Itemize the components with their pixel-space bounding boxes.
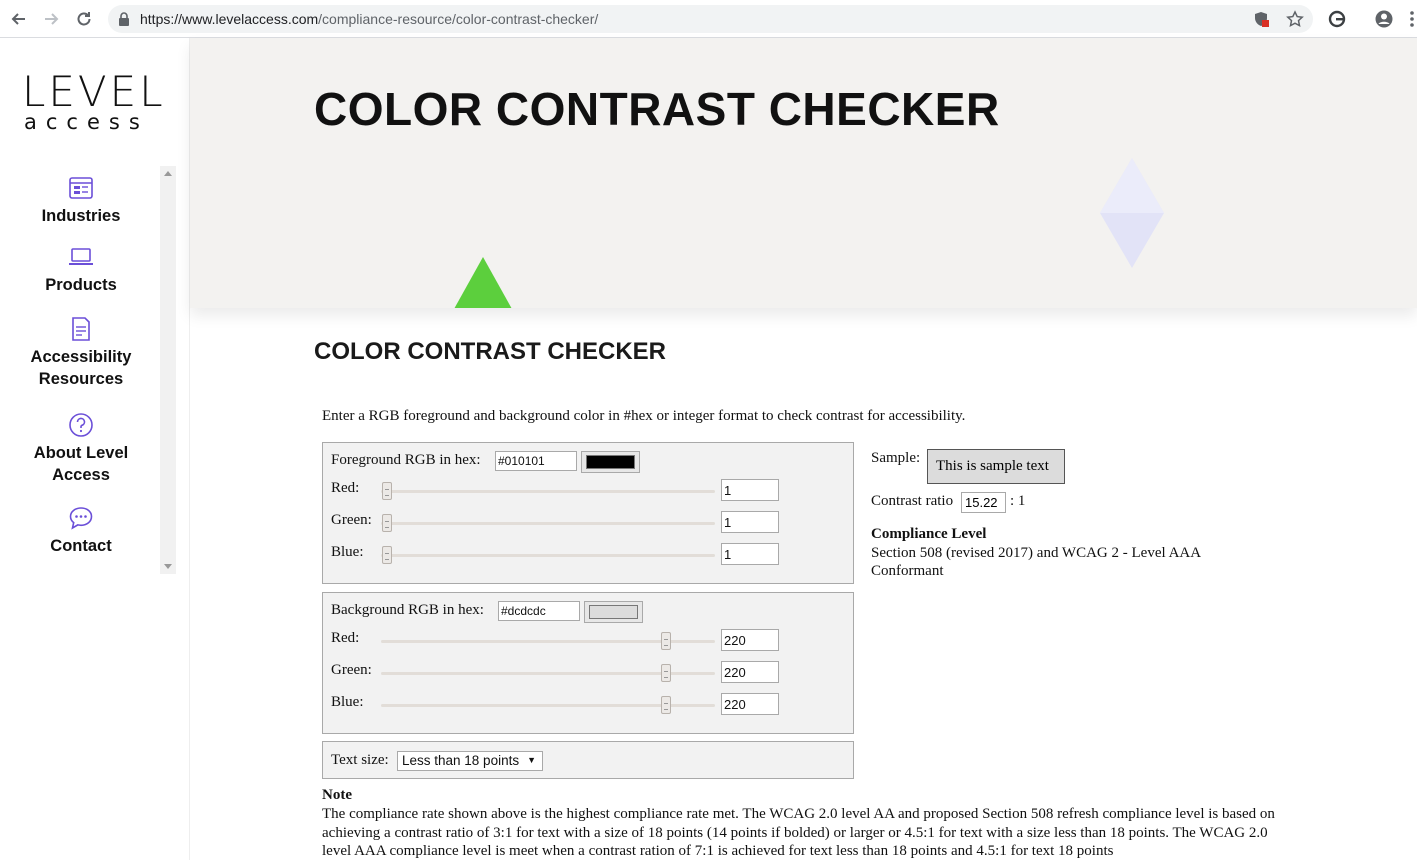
- text-size-panel: Text size: Less than 18 points ▼: [322, 741, 854, 779]
- scroll-down-icon[interactable]: [164, 564, 172, 569]
- sidebar-item-label: Industries: [41, 207, 121, 225]
- bookmark-star-icon[interactable]: [1286, 10, 1304, 28]
- text-size-selected: Less than 18 points: [402, 753, 520, 768]
- contrast-ratio-input[interactable]: [961, 492, 1006, 513]
- page-title: COLOR CONTRAST CHECKER: [314, 338, 666, 365]
- sidebar-item-label: Accessibility Resources: [30, 348, 132, 388]
- foreground-blue-input[interactable]: [721, 543, 779, 565]
- note-text: The compliance rate shown above is the h…: [322, 806, 1275, 859]
- extension-icon[interactable]: [1327, 9, 1347, 29]
- background-swatch: [589, 605, 638, 619]
- blue-label: Blue:: [331, 544, 364, 560]
- laptop-icon: [69, 248, 93, 265]
- sidebar-item-industries[interactable]: Industries: [20, 175, 142, 227]
- green-triangle-decoration: [454, 257, 512, 308]
- browser-toolbar: https://www.levelaccess.com/compliance-r…: [0, 0, 1417, 38]
- slider-thumb[interactable]: [382, 482, 392, 500]
- sidebar-item-label: Contact: [50, 537, 112, 555]
- background-panel: Background RGB in hex: Red: Green: Blue:: [322, 592, 854, 734]
- red-label: Red:: [331, 630, 360, 646]
- text-size-select[interactable]: Less than 18 points ▼: [397, 751, 543, 771]
- scroll-up-icon[interactable]: [164, 171, 172, 176]
- address-bar[interactable]: https://www.levelaccess.com/compliance-r…: [108, 5, 1313, 33]
- background-blue-slider[interactable]: [381, 696, 715, 714]
- foreground-swatch: [586, 455, 635, 469]
- slider-thumb[interactable]: [661, 632, 671, 650]
- foreground-red-slider[interactable]: [381, 482, 715, 500]
- forward-icon[interactable]: [40, 8, 62, 30]
- sample-label: Sample:: [871, 450, 921, 466]
- foreground-hex-input[interactable]: [495, 451, 577, 471]
- sidebar-scrollbar[interactable]: [160, 166, 176, 574]
- foreground-green-input[interactable]: [721, 511, 779, 533]
- industries-icon: [69, 177, 93, 199]
- question-icon: [69, 413, 93, 437]
- sidebar-item-about[interactable]: About Level Access: [20, 412, 142, 486]
- url-text: https://www.levelaccess.com/compliance-r…: [140, 11, 599, 27]
- sidebar-item-products[interactable]: Products: [20, 244, 142, 296]
- foreground-blue-slider[interactable]: [381, 546, 715, 564]
- background-green-input[interactable]: [721, 661, 779, 683]
- contrast-ratio-label: Contrast ratio: [871, 493, 954, 509]
- intro-text: Enter a RGB foreground and background co…: [322, 408, 966, 424]
- foreground-label: Foreground RGB in hex:: [331, 452, 481, 468]
- blue-label: Blue:: [331, 694, 364, 710]
- blocked-icon[interactable]: [1252, 10, 1270, 28]
- sidebar-item-contact[interactable]: Contact: [20, 505, 142, 557]
- sidebar-item-label: Products: [45, 276, 117, 294]
- background-label: Background RGB in hex:: [331, 602, 484, 618]
- slider-thumb[interactable]: [661, 696, 671, 714]
- reload-icon[interactable]: [73, 8, 95, 30]
- back-icon[interactable]: [8, 8, 30, 30]
- foreground-green-slider[interactable]: [381, 514, 715, 532]
- slider-thumb[interactable]: [382, 546, 392, 564]
- sample-preview: This is sample text: [927, 449, 1065, 484]
- background-green-slider[interactable]: [381, 664, 715, 682]
- hero-title: COLOR CONTRAST CHECKER: [314, 83, 1000, 135]
- red-label: Red:: [331, 480, 360, 496]
- green-label: Green:: [331, 662, 372, 678]
- note-title: Note: [322, 787, 352, 803]
- text-size-label: Text size:: [331, 752, 389, 768]
- background-hex-input[interactable]: [498, 601, 580, 621]
- foreground-panel: Foreground RGB in hex: Red: Green: Blue:: [322, 442, 854, 584]
- profile-icon[interactable]: [1374, 9, 1394, 29]
- sidebar-item-label: About Level Access: [33, 444, 129, 484]
- lock-icon: [119, 12, 129, 26]
- document-icon: [72, 317, 90, 341]
- compliance-text: Section 508 (revised 2017) and WCAG 2 - …: [871, 545, 1201, 579]
- background-red-slider[interactable]: [381, 632, 715, 650]
- sidebar: LEVEL access Industries Products Accessi…: [0, 38, 190, 860]
- compliance-title: Compliance Level: [871, 526, 987, 542]
- background-color-picker[interactable]: [584, 601, 643, 623]
- slider-thumb[interactable]: [382, 514, 392, 532]
- slider-thumb[interactable]: [661, 664, 671, 682]
- diamond-decoration: [1100, 158, 1164, 268]
- hero-banner: COLOR CONTRAST CHECKER: [190, 38, 1417, 308]
- dropdown-arrow-icon: ▼: [527, 755, 536, 765]
- level-access-logo[interactable]: LEVEL access: [22, 71, 172, 133]
- foreground-red-input[interactable]: [721, 479, 779, 501]
- background-red-input[interactable]: [721, 629, 779, 651]
- green-label: Green:: [331, 512, 372, 528]
- chat-icon: [69, 507, 93, 530]
- sidebar-item-accessibility-resources[interactable]: Accessibility Resources: [20, 316, 142, 390]
- contrast-ratio-suffix: : 1: [1010, 493, 1026, 509]
- menu-dots-icon[interactable]: [1402, 9, 1417, 29]
- background-blue-input[interactable]: [721, 693, 779, 715]
- foreground-color-picker[interactable]: [581, 451, 640, 473]
